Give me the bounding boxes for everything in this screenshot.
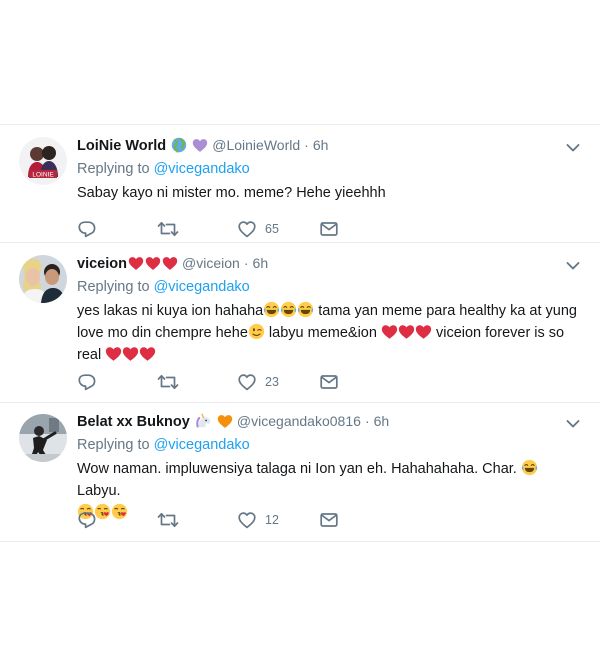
replying-to-label: Replying to [77,437,150,453]
red-heart-icon [398,324,415,340]
laughing-tears-icon [263,301,280,318]
replying-to: Replying to @vicegandako [77,277,580,297]
like-button[interactable]: 65 [237,219,279,239]
winking-face-icon [248,323,265,340]
separator-dot: · [364,413,370,429]
reply-button[interactable] [77,372,97,392]
tweet-text-part: real [77,347,102,363]
retweet-icon [157,510,179,530]
chevron-down-icon[interactable] [566,261,580,271]
avatar[interactable] [19,255,67,303]
retweet-button[interactable] [157,219,179,239]
replying-to: Replying to @vicegandako [77,159,580,179]
direct-message-button[interactable] [319,510,339,530]
red-heart-icon [415,324,432,340]
username[interactable]: @LoinieWorld [212,137,300,153]
red-heart-icon [139,346,156,362]
tweet-text-part: labyu meme&ion [264,325,381,341]
envelope-icon [319,510,339,530]
tweet-header: LoiNie World @LoinieWorld · 6h [77,135,580,155]
direct-message-button[interactable] [319,219,339,239]
retweet-button[interactable] [157,372,179,392]
retweet-icon [157,219,179,239]
unicorn-icon [196,413,211,428]
tweet[interactable]: viceion @viceion · 6h Replying to @viceg… [0,242,600,402]
display-name[interactable]: LoiNie World [77,138,166,154]
replying-to-label: Replying to [77,279,150,295]
tweet-text-part: tama yan meme para healthy ka at yung [314,303,577,319]
reply-icon [77,372,97,392]
tweet-feed: LOINIE LoiNie World @LoinieWorld · 6h Re… [0,124,600,542]
mention-link[interactable]: @vicegandako [154,437,250,453]
tweet-text-part: Wow naman. impluwensiya talaga ni Ion ya… [77,461,517,477]
tweet-actions: 65 [77,219,377,239]
avatar-image: LOINIE [19,137,67,185]
tweet-actions: 23 [77,372,377,392]
red-heart-icon [145,256,161,271]
separator-dot: · [304,137,309,153]
tweet-text-part: Labyu. [77,483,121,499]
reply-icon [77,510,97,530]
avatar-logo-text: LOINIE [32,172,54,179]
like-count: 65 [265,222,279,236]
username[interactable]: @viceion [182,255,240,271]
tweet[interactable]: LOINIE LoiNie World @LoinieWorld · 6h Re… [0,124,600,242]
direct-message-button[interactable] [319,372,339,392]
laughing-tears-icon [297,301,314,318]
envelope-icon [319,372,339,392]
replying-to: Replying to @vicegandako [77,435,580,455]
heart-icon [237,219,257,239]
like-button[interactable]: 12 [237,510,279,530]
heart-icon [237,510,257,530]
tweet-text-part: love mo din chempre hehe [77,325,248,341]
chevron-down-icon[interactable] [566,143,580,153]
reply-button[interactable] [77,219,97,239]
retweet-button[interactable] [157,510,179,530]
like-button[interactable]: 23 [237,372,279,392]
avatar[interactable]: LOINIE [19,137,67,185]
red-heart-icon [128,256,144,271]
orange-heart-icon [217,415,233,428]
tweet-actions: 12 [77,510,377,530]
reply-button[interactable] [77,510,97,530]
laughing-tears-icon [280,301,297,318]
timestamp[interactable]: 6h [374,413,390,429]
tweet-text: Sabay kayo ni mister mo. meme? Hehe yiee… [77,185,386,201]
envelope-icon [319,219,339,239]
reply-icon [77,219,97,239]
display-name[interactable]: Belat xx Buknoy [77,414,190,430]
laughing-tears-icon [521,459,538,476]
red-heart-icon [122,346,139,362]
avatar[interactable] [19,414,67,462]
globe-icon [171,137,187,153]
username[interactable]: @vicegandako0816 [237,413,361,429]
red-heart-icon [381,324,398,340]
separator-dot: · [243,255,249,271]
chevron-down-icon[interactable] [566,419,580,429]
retweet-icon [157,372,179,392]
mention-link[interactable]: @vicegandako [154,279,250,295]
avatar-image [19,414,67,462]
tweet-header: Belat xx Buknoy @vicegandako0816 · 6h [77,411,580,431]
timestamp[interactable]: 6h [313,137,329,153]
purple-heart-icon [193,139,208,152]
replying-to-label: Replying to [77,161,150,177]
avatar-image [19,255,67,303]
red-heart-icon [105,346,122,362]
like-count: 23 [265,375,279,389]
display-name[interactable]: viceion [77,256,127,272]
tweet[interactable]: Belat xx Buknoy @vicegandako0816 · 6h Re… [0,402,600,542]
like-count: 12 [265,513,279,527]
tweet-text: yes lakas ni kuya ion hahaha tama yan me… [77,300,580,366]
tweet-header: viceion @viceion · 6h [77,253,580,273]
tweet-text-part: yes lakas ni kuya ion hahaha [77,303,264,319]
red-heart-icon [162,256,178,271]
mention-link[interactable]: @vicegandako [154,161,250,177]
tweet-text-part: viceion forever is so [431,325,565,341]
timestamp[interactable]: 6h [253,255,269,271]
heart-icon [237,372,257,392]
